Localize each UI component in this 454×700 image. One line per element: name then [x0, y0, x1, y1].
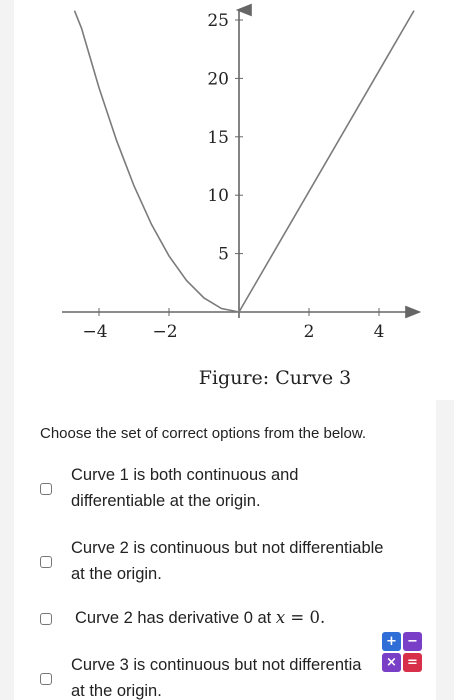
page: −4 −2 2 4 5 10 15 20 25 Figure: Curve 3 Choose … [0, 0, 454, 700]
option-4-line-1: Curve 3 is continuous but not differenti… [71, 656, 362, 674]
calculator-plus-key-icon: + [382, 632, 401, 651]
y-ticks: 5 10 15 20 25 [207, 11, 243, 265]
option-3[interactable]: Curve 2 has derivative 0 at x = 0. [0, 605, 436, 633]
option-3-prefix: Curve 2 has derivative 0 at [75, 609, 276, 627]
option-1-checkbox[interactable] [40, 483, 52, 495]
x-tick-label: −4 [82, 322, 107, 342]
option-2-text: Curve 2 is continuous but not differenti… [71, 535, 426, 587]
x-tick-label: 4 [374, 322, 385, 342]
curve-figure: −4 −2 2 4 5 10 15 20 25 Figure: Curve 3 [62, 3, 422, 389]
option-4-checkbox[interactable] [40, 673, 52, 685]
y-tick-label: 10 [207, 186, 229, 206]
option-4[interactable]: Curve 3 is continuous but not differenti… [0, 652, 436, 700]
option-2-line-1: Curve 2 is continuous but not differenti… [71, 539, 384, 557]
option-2-checkbox[interactable] [40, 556, 52, 568]
y-tick-label: 20 [207, 69, 229, 89]
x-tick-label: 2 [304, 322, 315, 342]
option-3-checkbox[interactable] [40, 613, 52, 625]
option-2[interactable]: Curve 2 is continuous but not differenti… [0, 535, 436, 591]
calculator-icon[interactable]: + − × = [382, 632, 422, 672]
x-tick-label: −2 [152, 322, 177, 342]
figure-caption: Figure: Curve 3 [199, 367, 351, 389]
calculator-minus-key-icon: − [403, 632, 422, 651]
option-4-text: Curve 3 is continuous but not differenti… [71, 652, 381, 700]
option-1-line-2: differentiable at the origin. [71, 492, 261, 510]
calculator-equals-key-icon: = [403, 653, 422, 672]
curve-series-left [73, 10, 240, 313]
y-tick-label: 25 [207, 11, 229, 31]
option-2-line-2: at the origin. [71, 565, 162, 583]
y-tick-label: 5 [218, 245, 229, 265]
option-3-text: Curve 2 has derivative 0 at x = 0. [75, 605, 405, 631]
option-3-math-rest: = 0. [285, 608, 326, 627]
option-3-math-var: x [275, 608, 286, 627]
option-1-line-1: Curve 1 is both continuous and [71, 466, 299, 484]
curve-series-right [238, 10, 415, 313]
option-1-text: Curve 1 is both continuous and different… [71, 462, 426, 514]
right-edge-panel [436, 400, 454, 700]
x-ticks: −4 −2 2 4 [82, 308, 384, 342]
y-tick-label: 15 [207, 128, 229, 148]
question-prompt: Choose the set of correct options from t… [40, 425, 367, 442]
option-1[interactable]: Curve 1 is both continuous and different… [0, 462, 436, 518]
calculator-times-key-icon: × [382, 653, 401, 672]
option-4-line-2: at the origin. [71, 682, 162, 700]
